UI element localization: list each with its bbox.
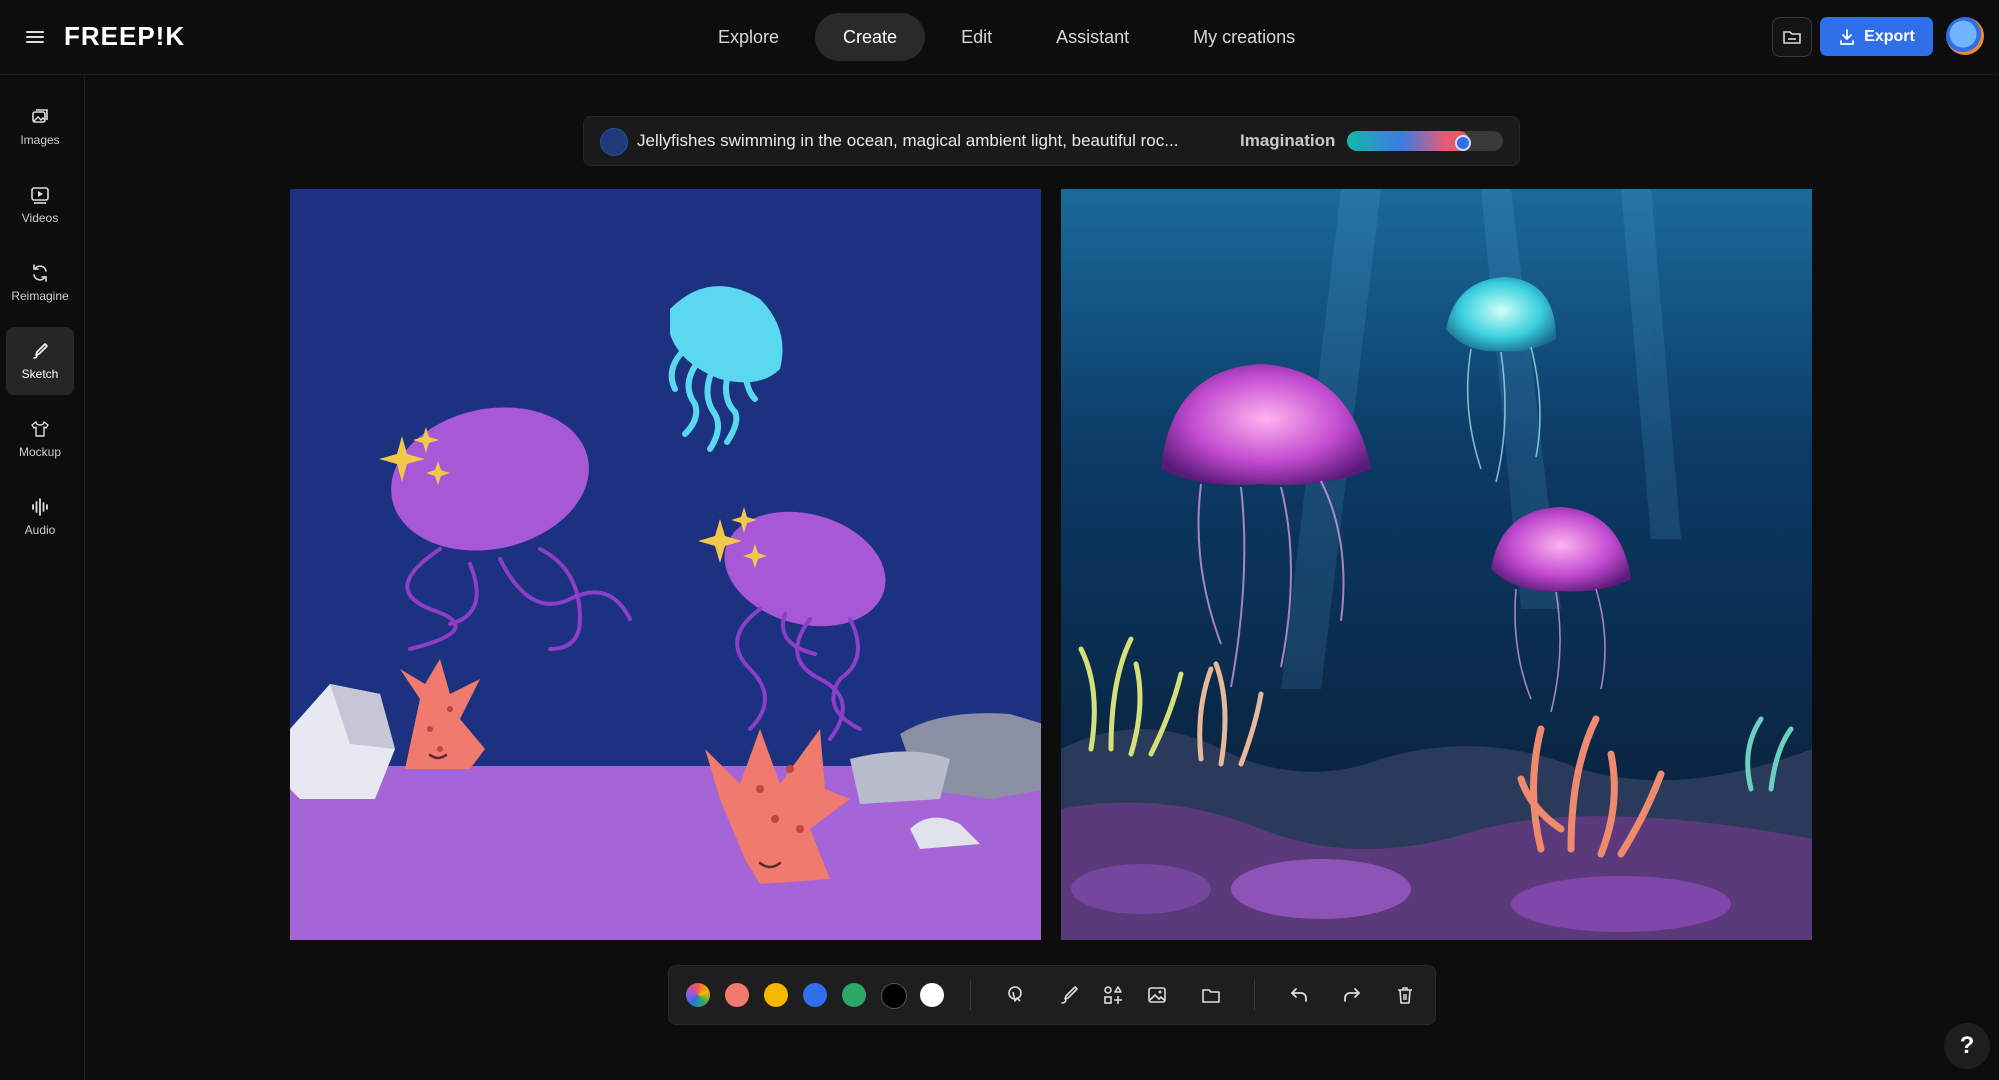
export-button[interactable]: Export [1820, 17, 1933, 56]
color-picker-swatch[interactable] [686, 983, 710, 1007]
color-swatch-blue[interactable] [803, 983, 827, 1007]
generated-image-render [1061, 189, 1812, 940]
help-button[interactable]: ? [1944, 1023, 1990, 1069]
freepik-logo[interactable]: FREEP!K [64, 21, 185, 52]
sketch-canvas[interactable] [290, 189, 1041, 940]
sidebar-item-mockup[interactable]: Mockup [6, 405, 74, 473]
sidebar-item-videos[interactable]: Videos [6, 171, 74, 239]
videos-icon [31, 187, 49, 204]
imagination-slider[interactable] [1347, 131, 1503, 151]
imagination-slider-fill [1347, 131, 1469, 151]
nav-create[interactable]: Create [815, 13, 926, 61]
pointer-tool[interactable] [1001, 981, 1029, 1009]
image-tool[interactable] [1143, 981, 1171, 1009]
delete-button[interactable] [1391, 981, 1419, 1009]
audio-icon [32, 498, 48, 516]
mockup-icon [31, 421, 49, 437]
sidebar-item-images[interactable]: Images [6, 93, 74, 161]
download-icon [1840, 28, 1855, 45]
trash-icon [1398, 987, 1412, 1004]
nav-assistant[interactable]: Assistant [1028, 13, 1157, 61]
images-icon [32, 109, 48, 123]
undo-button[interactable] [1285, 981, 1313, 1009]
prompt-bar[interactable]: Jellyfishes swimming in the ocean, magic… [583, 116, 1520, 166]
redo-button[interactable] [1338, 981, 1366, 1009]
prompt-style-icon[interactable] [600, 128, 628, 156]
imagination-label: Imagination [1240, 131, 1336, 150]
sidebar-item-reimagine[interactable]: Reimagine [6, 249, 74, 317]
hamburger-menu-icon[interactable] [22, 24, 48, 50]
sidebar-item-label: Images [20, 133, 60, 147]
redo-icon [1344, 988, 1360, 1002]
color-swatch-white[interactable] [920, 983, 944, 1007]
toolbar-divider [970, 980, 971, 1010]
imagination-slider-handle[interactable] [1454, 135, 1471, 151]
sidebar-item-label: Reimagine [11, 289, 69, 303]
pointer-icon [1008, 986, 1022, 1002]
nav-edit[interactable]: Edit [933, 13, 1020, 61]
sketch-drawing [290, 189, 1041, 940]
shapes-tool[interactable] [1099, 981, 1127, 1009]
sidebar-item-sketch[interactable]: Sketch [6, 327, 74, 395]
drawing-toolbar [668, 965, 1436, 1025]
toolbar-divider [1254, 980, 1255, 1010]
generated-image[interactable] [1061, 189, 1812, 940]
top-bar: FREEP!K Explore Create Edit Assistant My… [0, 0, 1999, 75]
brush-tool[interactable] [1055, 981, 1083, 1009]
folder-icon [1783, 31, 1801, 44]
color-swatch-green[interactable] [842, 983, 866, 1007]
color-swatch-coral[interactable] [725, 983, 749, 1007]
color-swatch-black[interactable] [881, 983, 907, 1009]
user-avatar[interactable] [1946, 17, 1984, 55]
prompt-text[interactable]: Jellyfishes swimming in the ocean, magic… [637, 131, 1178, 151]
sidebar-item-label: Mockup [18, 445, 62, 459]
folder-icon [1202, 989, 1220, 1003]
export-label: Export [1864, 27, 1915, 45]
nav-my-creations[interactable]: My creations [1165, 13, 1323, 61]
sidebar: Images Videos Reimagine Sketch Mockup Au… [0, 75, 85, 1080]
folder-button[interactable] [1772, 17, 1812, 57]
sidebar-item-label: Sketch [21, 367, 59, 381]
shapes-icon [1104, 986, 1122, 1004]
color-swatch-yellow[interactable] [764, 983, 788, 1007]
main-nav: Explore Create Edit Assistant My creatio… [690, 12, 1323, 62]
reimagine-icon [33, 264, 47, 282]
sketch-icon [33, 343, 48, 359]
image-icon [1148, 987, 1166, 1003]
folder-tool[interactable] [1197, 981, 1225, 1009]
brush-icon [1061, 986, 1078, 1004]
nav-explore[interactable]: Explore [690, 13, 807, 61]
sidebar-item-label: Videos [21, 211, 59, 225]
undo-icon [1291, 988, 1307, 1002]
sidebar-item-label: Audio [24, 523, 56, 537]
sidebar-item-audio[interactable]: Audio [6, 483, 74, 551]
